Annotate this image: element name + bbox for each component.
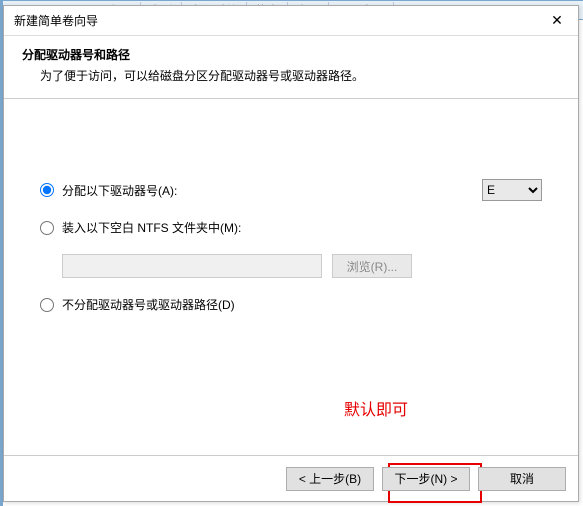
option-no-assign-label: 不分配驱动器号或驱动器路径(D): [62, 296, 542, 313]
radio-mount-folder[interactable]: [40, 221, 54, 235]
mount-path-row: 浏览(R)...: [62, 254, 542, 278]
option-assign-letter-row: 分配以下驱动器号(A): E: [40, 179, 542, 201]
header-title: 分配驱动器号和路径: [22, 46, 560, 63]
annotation-text: 默认即可: [344, 396, 408, 420]
option-assign-letter-label: 分配以下驱动器号(A):: [62, 182, 482, 199]
header-subtitle: 为了便于访问，可以给磁盘分区分配驱动器号或驱动器路径。: [40, 67, 560, 84]
option-mount-row: 装入以下空白 NTFS 文件夹中(M):: [40, 219, 542, 236]
wizard-dialog: 新建简单卷向导 ✕ 分配驱动器号和路径 为了便于访问，可以给磁盘分区分配驱动器号…: [3, 5, 579, 502]
drive-letter-select[interactable]: E: [482, 179, 542, 201]
titlebar: 新建简单卷向导 ✕: [4, 6, 578, 36]
back-button[interactable]: < 上一步(B): [286, 467, 374, 491]
option-mount-label: 装入以下空白 NTFS 文件夹中(M):: [62, 219, 542, 236]
footer-buttons: < 上一步(B) 下一步(N) > 取消: [4, 455, 578, 501]
header-section: 分配驱动器号和路径 为了便于访问，可以给磁盘分区分配驱动器号或驱动器路径。: [4, 36, 578, 99]
content-area: 分配以下驱动器号(A): E 装入以下空白 NTFS 文件夹中(M): 浏览(R…: [4, 99, 578, 313]
option-no-assign-row: 不分配驱动器号或驱动器路径(D): [40, 296, 542, 313]
mount-path-input: [62, 254, 322, 278]
close-icon: ✕: [551, 12, 563, 29]
radio-assign-letter[interactable]: [40, 183, 54, 197]
close-button[interactable]: ✕: [540, 9, 574, 33]
browse-button: 浏览(R)...: [332, 254, 412, 278]
next-button[interactable]: 下一步(N) >: [382, 467, 470, 491]
radio-no-assign[interactable]: [40, 298, 54, 312]
dialog-title: 新建简单卷向导: [14, 12, 98, 29]
cancel-button[interactable]: 取消: [478, 467, 566, 491]
